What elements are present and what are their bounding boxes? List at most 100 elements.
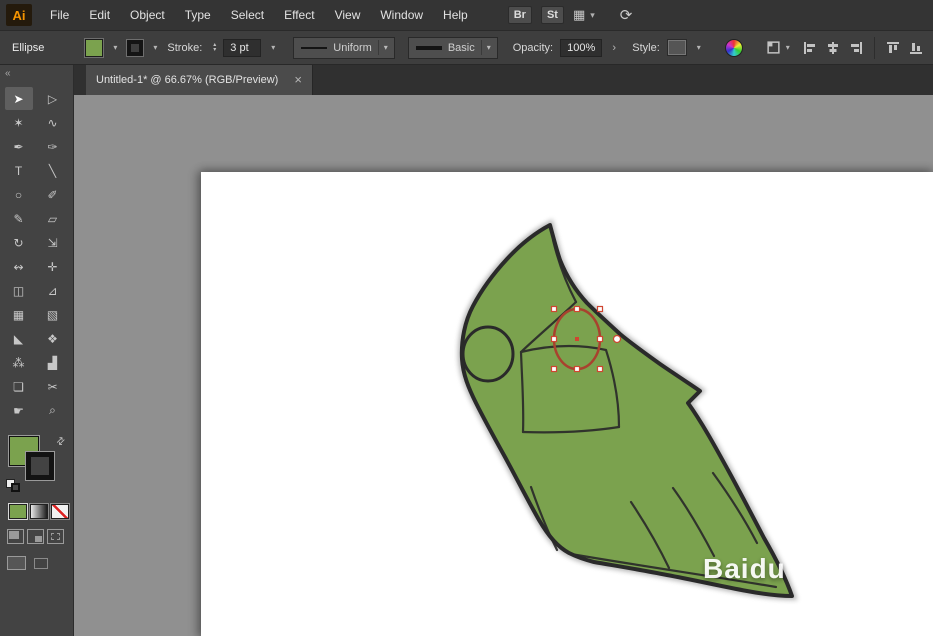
align-bottom-icon[interactable] — [909, 41, 923, 55]
draw-inside-icon[interactable] — [47, 529, 64, 544]
recolor-artwork-icon[interactable] — [724, 38, 743, 57]
selection-handle[interactable] — [596, 365, 604, 373]
paintbrush-tool-icon[interactable]: ✐ — [39, 183, 67, 206]
artboard[interactable]: Baidu — [201, 172, 933, 636]
canvas[interactable]: Baidu — [74, 95, 933, 636]
illustrator-logo: Ai — [6, 4, 32, 26]
stroke-weight-input[interactable]: 3 pt — [223, 38, 262, 57]
menu-window[interactable]: Window — [370, 0, 433, 30]
fill-color-swatch[interactable] — [85, 38, 104, 57]
selection-handle[interactable] — [550, 305, 558, 313]
bridge-button[interactable]: Br — [507, 6, 532, 24]
none-button[interactable] — [51, 504, 69, 519]
type-tool-icon[interactable]: T — [5, 159, 33, 182]
draw-behind-icon[interactable] — [27, 529, 44, 544]
align-right-icon[interactable] — [849, 41, 863, 55]
column-graph-tool-icon[interactable]: ▟ — [39, 351, 67, 374]
style-chevron-icon[interactable]: ▾ — [694, 43, 704, 52]
width-profile-dropdown[interactable]: Uniform ▾ — [293, 36, 395, 59]
transform-chevron-icon[interactable]: ▾ — [783, 43, 793, 52]
menu-object[interactable]: Object — [120, 0, 175, 30]
eyedropper-tool-icon[interactable]: ◣ — [5, 327, 33, 350]
selection-tool-icon[interactable]: ➤ — [4, 87, 33, 110]
lasso-tool-icon[interactable]: ∿ — [39, 111, 67, 134]
arrange-documents-icon[interactable]: ▦ — [573, 7, 585, 23]
normal-screen-mode-icon[interactable] — [34, 557, 48, 569]
menu-select[interactable]: Select — [221, 0, 274, 30]
ellipse-tool-icon[interactable]: ○ — [5, 183, 33, 206]
symbol-sprayer-tool-icon[interactable]: ⁂ — [5, 351, 33, 374]
stroke-weight-label: Stroke: — [167, 41, 203, 54]
default-fill-stroke-icon[interactable] — [6, 479, 22, 492]
align-group — [803, 36, 923, 59]
stroke-chevron-icon[interactable]: ▾ — [150, 43, 160, 52]
curvature-tool-icon[interactable]: ✑ — [39, 135, 67, 158]
change-screen-mode-icon[interactable] — [7, 556, 26, 570]
sync-icon[interactable]: ⟳ — [620, 6, 633, 24]
draw-normal-icon[interactable] — [7, 529, 24, 544]
width-profile-chevron-icon[interactable]: ▾ — [377, 40, 390, 55]
line-segment-tool-icon[interactable]: ╲ — [39, 159, 67, 182]
selection-handle[interactable] — [573, 305, 581, 313]
screen-mode-row — [0, 544, 73, 570]
opacity-input[interactable]: 100% — [560, 38, 603, 57]
align-center-icon[interactable] — [826, 41, 840, 55]
selection-handle[interactable] — [596, 305, 604, 313]
brush-dropdown[interactable]: Basic ▾ — [407, 36, 498, 59]
color-button[interactable] — [9, 504, 27, 519]
live-shape-widget[interactable] — [612, 334, 622, 344]
chevron-down-icon[interactable]: ▾ — [590, 10, 595, 21]
align-top-icon[interactable] — [886, 41, 900, 55]
artwork-shape[interactable] — [459, 223, 794, 598]
mesh-tool-icon[interactable]: ▦ — [5, 303, 33, 326]
pencil-tool-icon[interactable]: ✎ — [5, 207, 33, 230]
selection-handle[interactable] — [573, 365, 581, 373]
width-tool-icon[interactable]: ↭ — [5, 255, 33, 278]
free-transform-tool-icon[interactable]: ✛ — [39, 255, 67, 278]
menu-edit[interactable]: Edit — [79, 0, 120, 30]
scale-tool-icon[interactable]: ⇲ — [39, 231, 67, 254]
gradient-tool-icon[interactable]: ▧ — [39, 303, 67, 326]
style-swatch[interactable] — [666, 39, 687, 56]
menu-file[interactable]: File — [40, 0, 79, 30]
illustrator-window: Ai File Edit Object Type Select Effect V… — [0, 0, 933, 636]
selection-handle[interactable] — [550, 365, 558, 373]
stroke-weight-chevron-icon[interactable]: ▾ — [268, 43, 278, 52]
stroke-weight-stepper[interactable]: ▴ ▾ — [213, 42, 216, 53]
align-left-icon[interactable] — [803, 41, 817, 55]
swap-fill-stroke-icon[interactable]: ⇄ — [54, 435, 68, 449]
hand-tool-icon[interactable]: ☛ — [5, 399, 33, 422]
rotate-tool-icon[interactable]: ↻ — [5, 231, 33, 254]
stroke-color-swatch[interactable] — [127, 39, 144, 56]
artwork-shell-oval[interactable] — [461, 325, 515, 383]
stock-button[interactable]: St — [540, 6, 564, 24]
menu-help[interactable]: Help — [433, 0, 478, 30]
brush-chevron-icon[interactable]: ▾ — [480, 40, 493, 55]
artboard-tool-icon[interactable]: ❏ — [5, 375, 33, 398]
document-tab[interactable]: Untitled-1* @ 66.67% (RGB/Preview) × — [86, 65, 313, 95]
transform-icon[interactable] — [766, 40, 781, 55]
document-area: Untitled-1* @ 66.67% (RGB/Preview) × Bai… — [74, 65, 933, 636]
direct-selection-tool-icon[interactable]: ▷ — [39, 87, 67, 110]
close-tab-icon[interactable]: × — [294, 73, 302, 86]
menu-effect[interactable]: Effect — [274, 0, 324, 30]
zoom-tool-icon[interactable]: ⌕ — [39, 399, 67, 422]
stepper-down-icon[interactable]: ▾ — [213, 47, 216, 53]
selection-handle[interactable] — [596, 335, 604, 343]
center-point[interactable] — [575, 337, 579, 341]
menu-type[interactable]: Type — [175, 0, 221, 30]
shape-builder-tool-icon[interactable]: ◫ — [5, 279, 33, 302]
opacity-chevron-icon[interactable]: › — [609, 42, 619, 54]
perspective-grid-tool-icon[interactable]: ⊿ — [39, 279, 67, 302]
collapse-panel-button[interactable]: « — [0, 65, 73, 81]
pen-tool-icon[interactable]: ✒ — [5, 135, 33, 158]
magic-wand-tool-icon[interactable]: ✶ — [5, 111, 33, 134]
selection-handle[interactable] — [550, 335, 558, 343]
blend-tool-icon[interactable]: ❖ — [39, 327, 67, 350]
stroke-color-indicator[interactable] — [26, 452, 54, 480]
gradient-button[interactable] — [30, 504, 48, 519]
slice-tool-icon[interactable]: ✂ — [39, 375, 67, 398]
fill-chevron-icon[interactable]: ▾ — [110, 43, 120, 52]
menu-view[interactable]: View — [325, 0, 371, 30]
eraser-tool-icon[interactable]: ▱ — [39, 207, 67, 230]
